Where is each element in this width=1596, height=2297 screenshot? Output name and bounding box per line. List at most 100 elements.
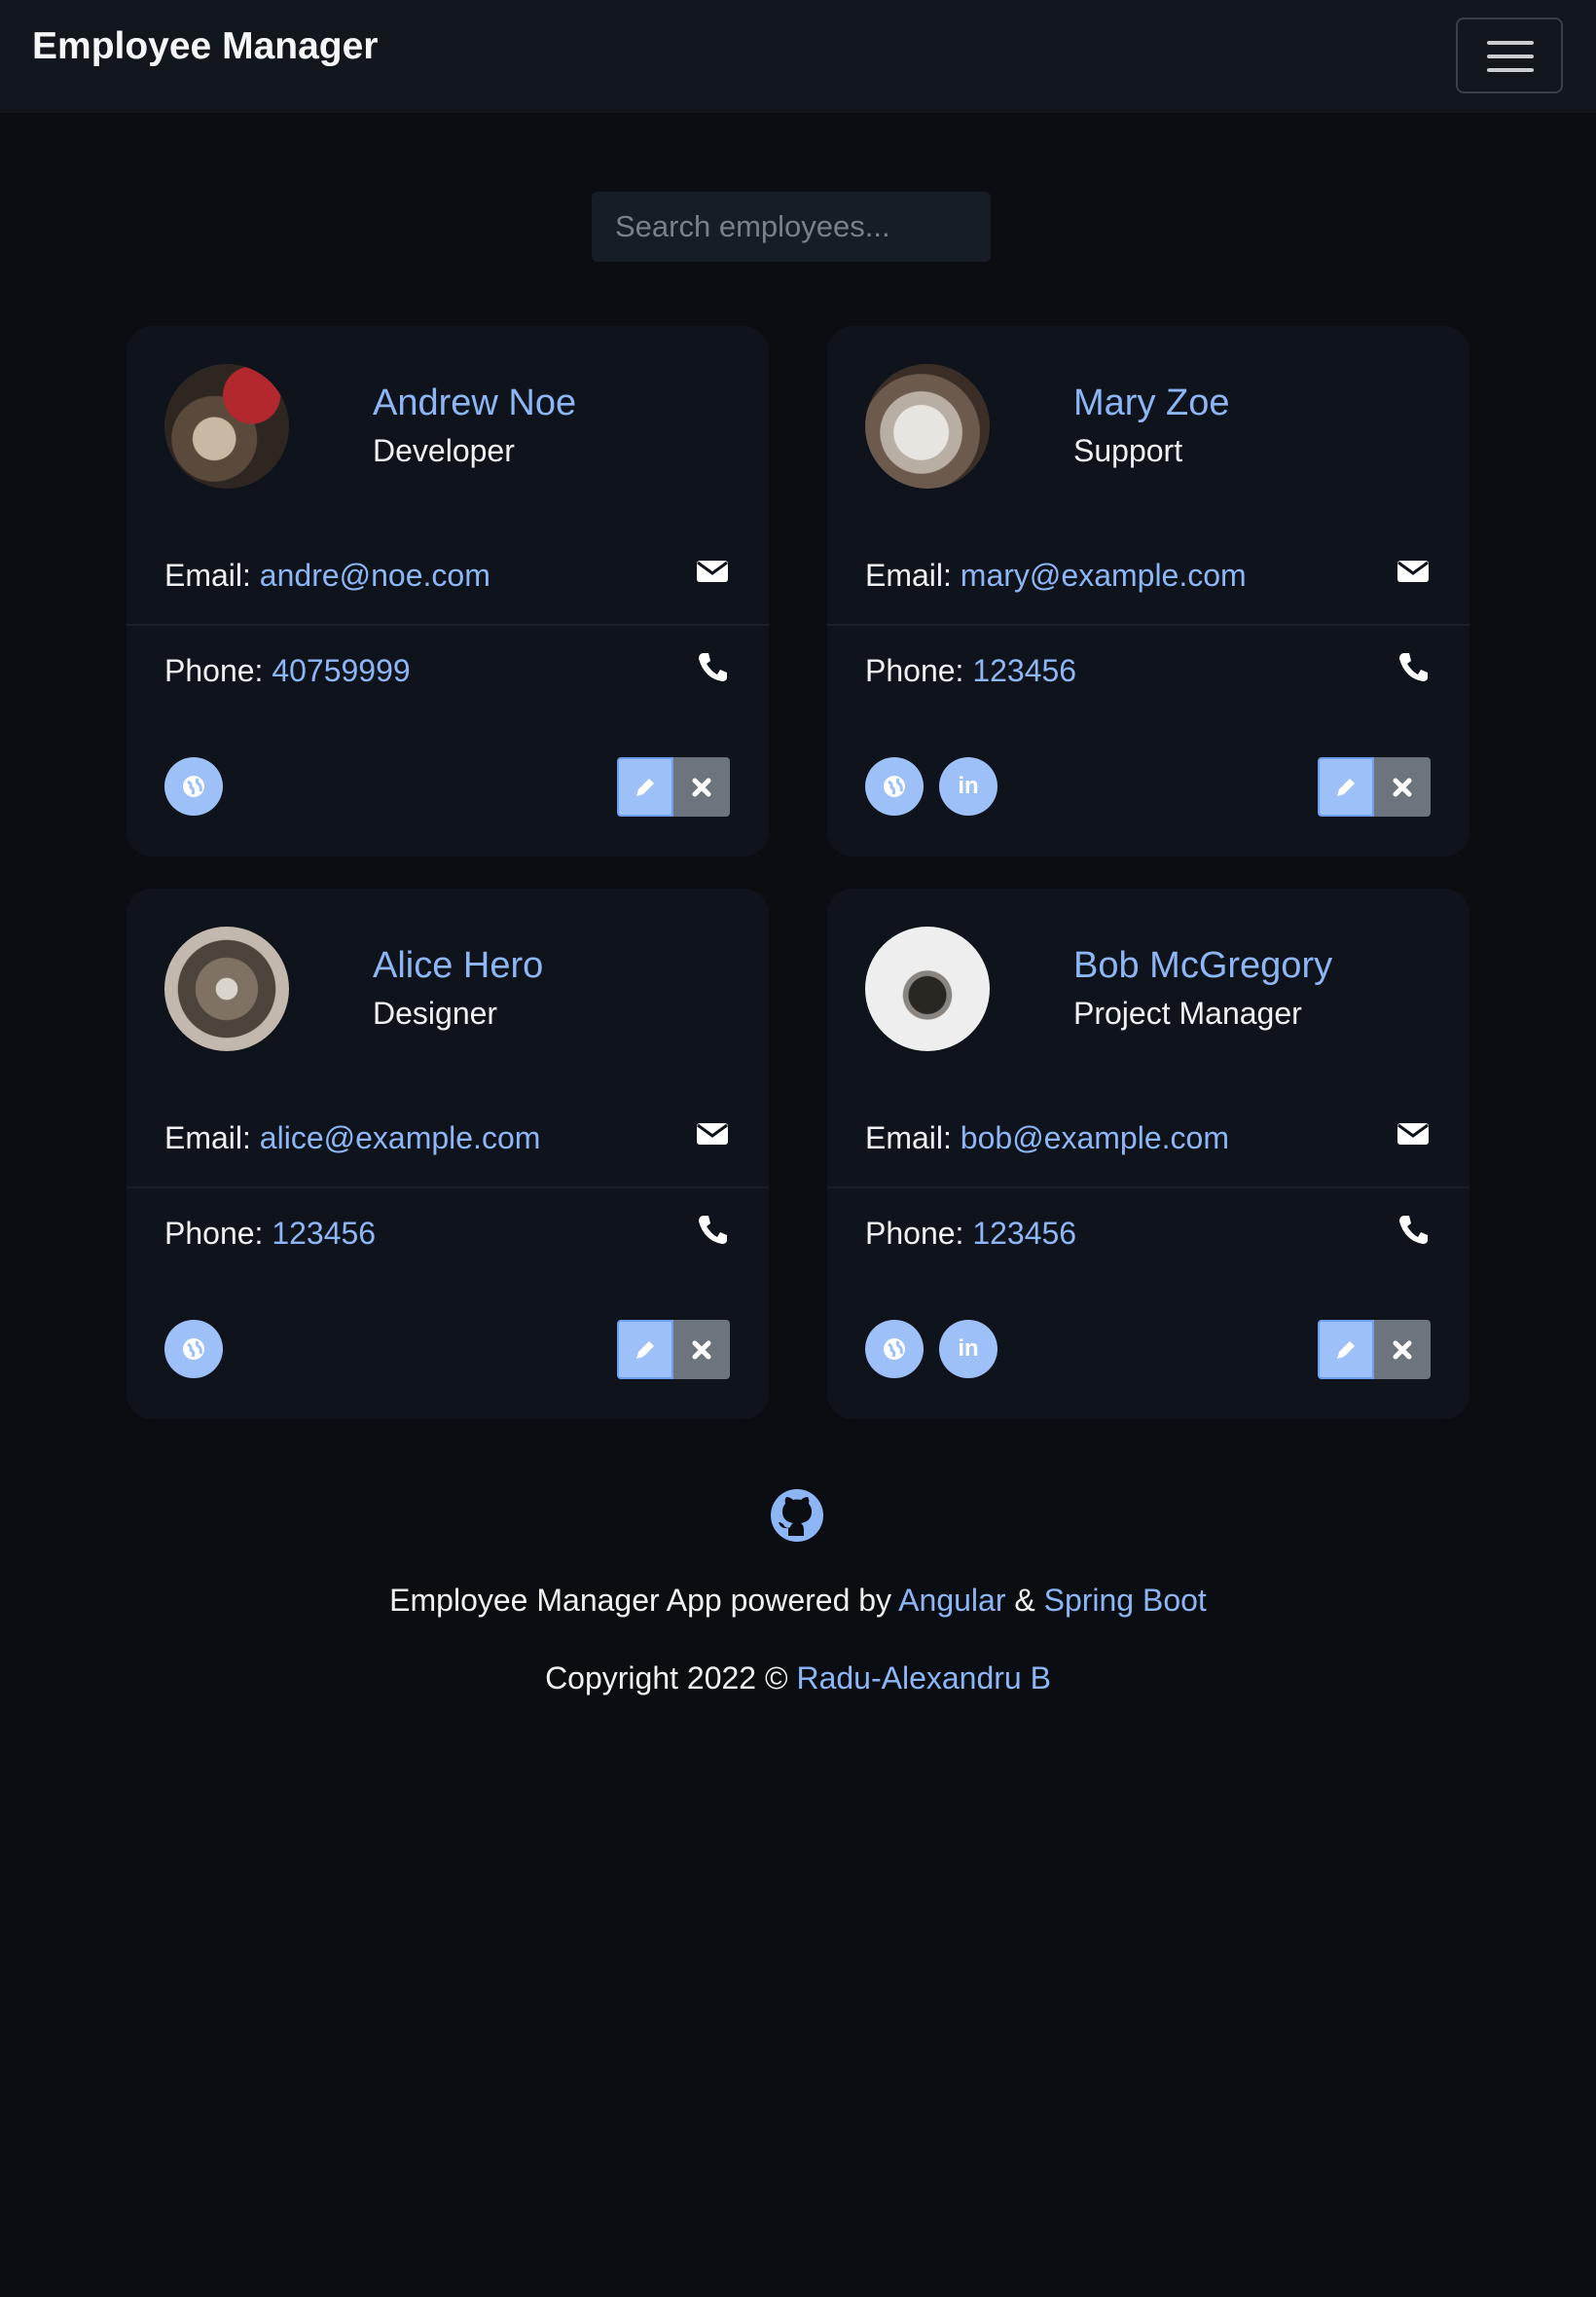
email-link[interactable]: mary@example.com <box>961 558 1247 593</box>
employee-role: Support <box>1073 433 1183 468</box>
website-button[interactable] <box>164 1320 223 1378</box>
employee-role: Project Manager <box>1073 996 1302 1031</box>
delete-button[interactable] <box>673 1320 730 1379</box>
avatar <box>164 364 289 489</box>
navbar: Employee Manager <box>0 0 1596 113</box>
email-link[interactable]: bob@example.com <box>961 1120 1229 1155</box>
employee-card: Mary Zoe Support Email: mary@example.com… <box>827 326 1469 857</box>
phone-row: Phone: 40759999 <box>164 653 411 689</box>
phone-label: Phone: <box>865 1216 973 1251</box>
hamburger-icon-bar <box>1487 41 1534 45</box>
footer-powered-by: Employee Manager App powered by Angular … <box>0 1583 1596 1619</box>
linkedin-button[interactable]: in <box>939 757 998 816</box>
globe-icon <box>183 776 204 797</box>
pencil-icon <box>1337 778 1355 796</box>
email-label: Email: <box>164 1120 260 1155</box>
edit-button[interactable] <box>1318 1320 1374 1379</box>
phone-link[interactable]: 40759999 <box>272 653 410 688</box>
linkedin-icon: in <box>958 1335 979 1362</box>
phone-link[interactable]: 123456 <box>272 1216 376 1251</box>
pencil-icon <box>636 1340 654 1359</box>
envelope-icon <box>697 561 728 582</box>
envelope-icon <box>1397 1123 1429 1145</box>
delete-button[interactable] <box>673 757 730 817</box>
email-link[interactable]: alice@example.com <box>260 1120 541 1155</box>
linkedin-button[interactable]: in <box>939 1320 998 1378</box>
phone-row: Phone: 123456 <box>865 653 1076 689</box>
envelope-icon <box>697 1123 728 1145</box>
employee-role: Developer <box>373 433 515 468</box>
avatar <box>865 364 990 489</box>
phone-link[interactable]: 123456 <box>972 1216 1076 1251</box>
footer-copyright: Copyright 2022 © Radu-Alexandru B <box>0 1660 1596 1696</box>
hamburger-icon-bar <box>1487 55 1534 58</box>
phone-label: Phone: <box>865 653 973 688</box>
action-button-group <box>1318 757 1431 817</box>
employee-name: Alice Hero <box>373 945 544 986</box>
delete-button[interactable] <box>1374 1320 1431 1379</box>
website-button[interactable] <box>865 757 924 816</box>
website-button[interactable] <box>164 757 223 816</box>
phone-icon <box>1399 653 1428 681</box>
employee-name: Andrew Noe <box>373 383 577 423</box>
employee-card: Alice Hero Designer Email: alice@example… <box>127 889 769 1419</box>
close-icon <box>1393 1340 1412 1359</box>
employee-card: Andrew Noe Developer Email: andre@noe.co… <box>127 326 769 857</box>
email-label: Email: <box>865 558 961 593</box>
ampersand-text: & <box>1005 1583 1044 1618</box>
edit-button[interactable] <box>617 757 673 817</box>
close-icon <box>692 778 711 796</box>
email-row: Email: andre@noe.com <box>164 558 490 594</box>
phone-icon <box>1399 1216 1428 1244</box>
github-icon[interactable] <box>769 1487 825 1544</box>
action-button-group <box>1318 1320 1431 1379</box>
email-link[interactable]: andre@noe.com <box>260 558 490 593</box>
email-row: Email: bob@example.com <box>865 1120 1229 1156</box>
globe-icon <box>884 776 905 797</box>
employee-role: Designer <box>373 996 498 1031</box>
phone-label: Phone: <box>164 653 272 688</box>
divider <box>127 1186 769 1188</box>
phone-link[interactable]: 123456 <box>972 653 1076 688</box>
avatar <box>164 927 289 1051</box>
app-brand[interactable]: Employee Manager <box>32 25 378 68</box>
phone-row: Phone: 123456 <box>164 1216 376 1252</box>
employee-card: Bob McGregory Project Manager Email: bob… <box>827 889 1469 1419</box>
close-icon <box>692 1340 711 1359</box>
pencil-icon <box>1337 1340 1355 1359</box>
angular-link[interactable]: Angular <box>898 1583 1005 1618</box>
email-row: Email: mary@example.com <box>865 558 1247 594</box>
search-input[interactable] <box>592 192 991 262</box>
edit-button[interactable] <box>1318 757 1374 817</box>
email-label: Email: <box>164 558 260 593</box>
powered-by-text: Employee Manager App powered by <box>389 1583 899 1618</box>
phone-icon <box>699 653 727 681</box>
website-button[interactable] <box>865 1320 924 1378</box>
employee-name: Bob McGregory <box>1073 945 1333 986</box>
globe-icon <box>183 1338 204 1360</box>
divider <box>827 624 1469 626</box>
spring-boot-link[interactable]: Spring Boot <box>1044 1583 1207 1618</box>
menu-toggle-button[interactable] <box>1456 18 1563 93</box>
globe-icon <box>884 1338 905 1360</box>
linkedin-icon: in <box>958 773 979 799</box>
action-button-group <box>617 757 730 817</box>
hamburger-icon-bar <box>1487 68 1534 72</box>
phone-label: Phone: <box>164 1216 272 1251</box>
envelope-icon <box>1397 561 1429 582</box>
delete-button[interactable] <box>1374 757 1431 817</box>
pencil-icon <box>636 778 654 796</box>
close-icon <box>1393 778 1412 796</box>
action-button-group <box>617 1320 730 1379</box>
divider <box>827 1186 1469 1188</box>
edit-button[interactable] <box>617 1320 673 1379</box>
divider <box>127 624 769 626</box>
email-label: Email: <box>865 1120 961 1155</box>
phone-icon <box>699 1216 727 1244</box>
author-link[interactable]: Radu-Alexandru B <box>796 1660 1050 1695</box>
email-row: Email: alice@example.com <box>164 1120 540 1156</box>
avatar <box>865 927 990 1051</box>
phone-row: Phone: 123456 <box>865 1216 1076 1252</box>
copyright-text: Copyright 2022 © <box>545 1660 797 1695</box>
employee-name: Mary Zoe <box>1073 383 1230 423</box>
